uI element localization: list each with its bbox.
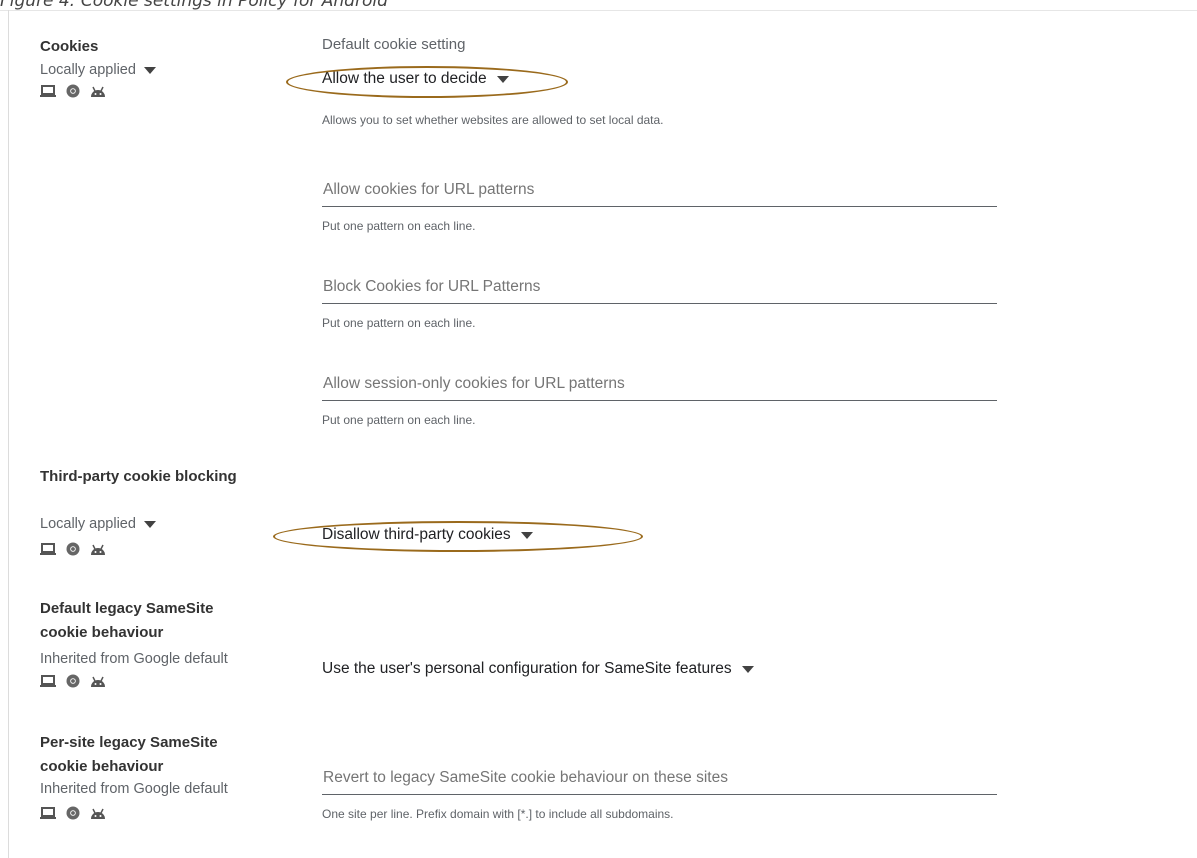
session-cookies-help: Put one pattern on each line.: [322, 413, 476, 427]
third-party-setting-name: Third-party cookie blocking: [40, 468, 237, 485]
allow-cookies-url-patterns-input[interactable]: Allow cookies for URL patterns: [322, 181, 997, 207]
laptop-icon: [40, 675, 56, 687]
persite-samesite-name-line2: cookie behaviour: [40, 758, 164, 775]
laptop-icon: [40, 85, 56, 97]
laptop-icon: [40, 543, 56, 555]
top-divider: [0, 10, 1197, 11]
default-samesite-value: Use the user's personal configuration fo…: [322, 660, 732, 677]
third-party-applied-dropdown[interactable]: Locally applied: [40, 516, 156, 532]
persite-samesite-applied-label: Inherited from Google default: [40, 781, 228, 797]
block-cookies-help: Put one pattern on each line.: [322, 316, 476, 330]
android-icon: [91, 808, 105, 819]
persite-samesite-input[interactable]: Revert to legacy SameSite cookie behavio…: [322, 769, 997, 795]
default-cookie-setting-label: Default cookie setting: [322, 36, 466, 53]
default-samesite-dropdown[interactable]: Use the user's personal configuration fo…: [322, 660, 754, 678]
default-samesite-applied: Inherited from Google default: [40, 651, 228, 667]
block-cookies-url-patterns-input[interactable]: Block Cookies for URL Patterns: [322, 278, 997, 304]
session-cookies-url-patterns-input[interactable]: Allow session-only cookies for URL patte…: [322, 375, 997, 401]
chevron-down-icon: [741, 665, 754, 673]
third-party-applied-label: Locally applied: [40, 516, 136, 532]
default-cookie-setting-help: Allows you to set whether websites are a…: [322, 113, 664, 127]
default-samesite-applied-label: Inherited from Google default: [40, 651, 228, 667]
highlight-ellipse: [286, 66, 568, 98]
allow-cookies-help: Put one pattern on each line.: [322, 219, 476, 233]
chrome-icon: [66, 542, 80, 556]
block-cookies-placeholder: Block Cookies for URL Patterns: [323, 278, 541, 295]
cookies-applied-dropdown[interactable]: Locally applied: [40, 62, 156, 78]
cookies-setting-name: Cookies: [40, 38, 99, 55]
persite-samesite-name-line1: Per-site legacy SameSite: [40, 734, 218, 751]
highlight-ellipse: [273, 521, 643, 552]
android-icon: [91, 544, 105, 555]
left-divider: [8, 10, 9, 858]
allow-cookies-placeholder: Allow cookies for URL patterns: [323, 181, 535, 198]
android-icon: [91, 86, 105, 97]
persite-samesite-device-icons: [40, 806, 106, 820]
persite-samesite-placeholder: Revert to legacy SameSite cookie behavio…: [323, 769, 728, 786]
persite-samesite-help: One site per line. Prefix domain with [*…: [322, 807, 674, 821]
chrome-icon: [66, 674, 80, 688]
chevron-down-icon: [143, 520, 156, 528]
default-samesite-name-line1: Default legacy SameSite: [40, 600, 214, 617]
session-cookies-placeholder: Allow session-only cookies for URL patte…: [323, 375, 625, 392]
laptop-icon: [40, 807, 56, 819]
default-samesite-device-icons: [40, 674, 106, 688]
chevron-down-icon: [143, 66, 156, 74]
default-samesite-name-line2: cookie behaviour: [40, 624, 164, 641]
chrome-icon: [66, 806, 80, 820]
persite-samesite-applied: Inherited from Google default: [40, 781, 228, 797]
android-icon: [91, 676, 105, 687]
chrome-icon: [66, 84, 80, 98]
cookies-applied-label: Locally applied: [40, 62, 136, 78]
third-party-device-icons: [40, 542, 106, 556]
cookies-device-icons: [40, 84, 106, 98]
